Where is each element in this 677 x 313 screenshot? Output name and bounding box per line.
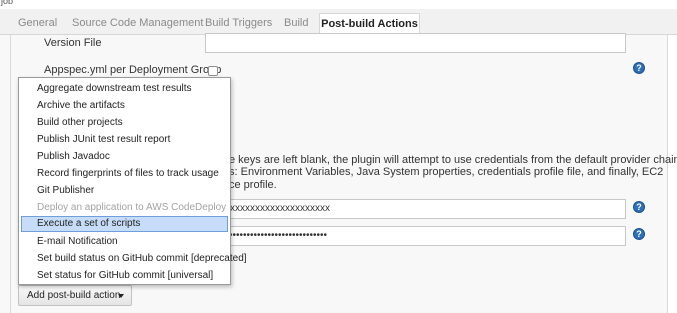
menu-item-git-publisher[interactable]: Git Publisher xyxy=(21,183,228,199)
section-divider-left xyxy=(10,35,11,313)
appspec-label: Appspec.yml per Deployment Group xyxy=(44,64,222,76)
section-divider-right xyxy=(667,35,668,313)
caret-down-icon xyxy=(118,294,124,298)
top-fragment-text: job xyxy=(1,0,14,6)
tab-general[interactable]: General xyxy=(18,13,57,36)
config-tabs: General Source Code Management Build Tri… xyxy=(0,9,677,36)
menu-item-archive-the-artifacts[interactable]: Archive the artifacts xyxy=(21,98,228,114)
tab-source-code-management[interactable]: Source Code Management xyxy=(72,13,203,36)
access-key-input[interactable]: xxxxxxxxxxxxxxxxxxxx xyxy=(205,199,626,219)
credentials-description-line-3: ce profile. xyxy=(229,179,277,191)
menu-item-publish-junit-test-result-report[interactable]: Publish JUnit test result report xyxy=(21,132,228,148)
version-file-label: Version File xyxy=(44,37,102,49)
top-strip: job xyxy=(0,0,677,9)
access-key-help-icon[interactable]: ? xyxy=(633,201,645,213)
secret-key-input[interactable]: •••••••••••••••••••••••••••• xyxy=(205,226,626,246)
menu-item-build-other-projects[interactable]: Build other projects xyxy=(21,115,228,131)
menu-item-deploy-aws-codedeploy: Deploy an application to AWS CodeDeploy xyxy=(37,202,227,213)
credentials-description-line-2: s: Environment Variables, Java System pr… xyxy=(229,166,664,178)
add-post-build-action-button[interactable]: Add post-build action xyxy=(18,285,132,306)
post-build-action-menu: Aggregate downstream test results Archiv… xyxy=(18,77,247,285)
version-file-input[interactable] xyxy=(205,33,626,53)
secret-key-help-icon[interactable]: ? xyxy=(633,228,645,240)
menu-item-set-build-status-github-deprecated[interactable]: Set build status on GitHub commit [depre… xyxy=(21,251,247,267)
menu-item-aggregate-downstream-test-results[interactable]: Aggregate downstream test results xyxy=(21,81,228,97)
menu-item-email-notification[interactable]: E-mail Notification xyxy=(21,234,228,250)
menu-item-publish-javadoc[interactable]: Publish Javadoc xyxy=(21,149,228,165)
appspec-help-icon[interactable]: ? xyxy=(633,62,645,74)
credentials-description-line-1: e keys are left blank, the plugin will a… xyxy=(229,154,677,166)
menu-item-set-status-github-universal[interactable]: Set status for GitHub commit [universal] xyxy=(21,268,228,284)
appspec-checkbox[interactable] xyxy=(208,66,218,76)
add-post-build-action-label: Add post-build action xyxy=(27,290,121,301)
menu-item-execute-a-set-of-scripts[interactable]: Execute a set of scripts xyxy=(21,216,228,232)
menu-item-record-fingerprints[interactable]: Record fingerprints of files to track us… xyxy=(21,166,228,182)
